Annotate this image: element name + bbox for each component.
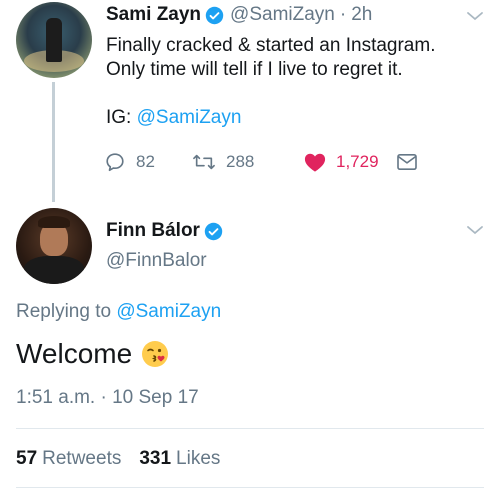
tweet-timestamp[interactable]: 1:51 a.m. · 10 Sep 17 xyxy=(16,387,199,409)
retweet-count: 288 xyxy=(226,152,255,171)
replying-prefix: Replying to xyxy=(16,301,112,322)
retweets-stat[interactable]: 57 Retweets xyxy=(16,448,121,470)
replying-to: Replying to @SamiZayn xyxy=(16,301,221,323)
tweet-header: Sami Zayn @SamiZayn · 2h xyxy=(106,4,372,26)
reply-count: 82 xyxy=(136,152,155,171)
chevron-down-icon[interactable] xyxy=(466,10,484,22)
verified-icon xyxy=(205,6,224,24)
tweet-line: Finally cracked & started an Instagram. xyxy=(106,35,436,56)
likes-label: Likes xyxy=(176,448,221,469)
reply-icon xyxy=(106,153,124,172)
reply-button[interactable]: 82 xyxy=(104,151,192,173)
dm-icon xyxy=(397,153,417,171)
tweet-line: Only time will tell if I live to regret … xyxy=(106,59,403,80)
retweets-label: Retweets xyxy=(42,448,122,469)
display-name[interactable]: Finn Bálor xyxy=(106,220,200,242)
reply-text: Welcome xyxy=(16,338,170,370)
avatar-figure xyxy=(46,18,62,62)
reply-text-content: Welcome xyxy=(16,338,133,369)
replying-to-link[interactable]: @SamiZayn xyxy=(116,301,221,322)
sami-zayn-avatar[interactable] xyxy=(16,2,92,78)
heart-icon xyxy=(304,153,326,172)
user-handle[interactable]: @FinnBalor xyxy=(106,250,207,272)
tweet-time[interactable]: 2h xyxy=(351,4,372,26)
tweet-body: Finally cracked & started an Instagram. … xyxy=(106,34,486,130)
chevron-down-icon[interactable] xyxy=(466,224,484,236)
reply-header: Finn Bálor xyxy=(106,220,223,242)
thread-connector-line xyxy=(52,82,55,202)
like-count: 1,729 xyxy=(336,152,379,171)
instagram-line: IG: @SamiZayn xyxy=(106,106,486,130)
like-button[interactable]: 1,729 xyxy=(304,152,396,173)
likes-stat[interactable]: 331 Likes xyxy=(139,448,220,470)
verified-icon xyxy=(204,222,223,240)
retweet-button[interactable]: 288 xyxy=(192,151,304,173)
finn-balor-avatar[interactable] xyxy=(16,208,92,284)
user-handle[interactable]: @SamiZayn xyxy=(230,4,335,26)
retweet-icon xyxy=(193,154,215,170)
ig-mention-link[interactable]: @SamiZayn xyxy=(137,107,242,128)
display-name[interactable]: Sami Zayn xyxy=(106,4,201,26)
divider xyxy=(16,487,484,488)
divider xyxy=(16,428,484,429)
direct-message-button[interactable] xyxy=(396,153,418,171)
avatar-body xyxy=(24,256,84,284)
likes-count: 331 xyxy=(139,448,172,469)
tweet-stats: 57 Retweets 331 Likes xyxy=(16,448,220,470)
tweet-actions: 82 288 1,729 xyxy=(104,150,418,174)
line-break xyxy=(106,82,486,106)
kiss-emoji-icon xyxy=(142,341,169,367)
ig-prefix: IG: xyxy=(106,107,132,128)
retweets-count: 57 xyxy=(16,448,38,469)
separator-dot: · xyxy=(339,4,347,25)
avatar-hair xyxy=(38,216,70,228)
